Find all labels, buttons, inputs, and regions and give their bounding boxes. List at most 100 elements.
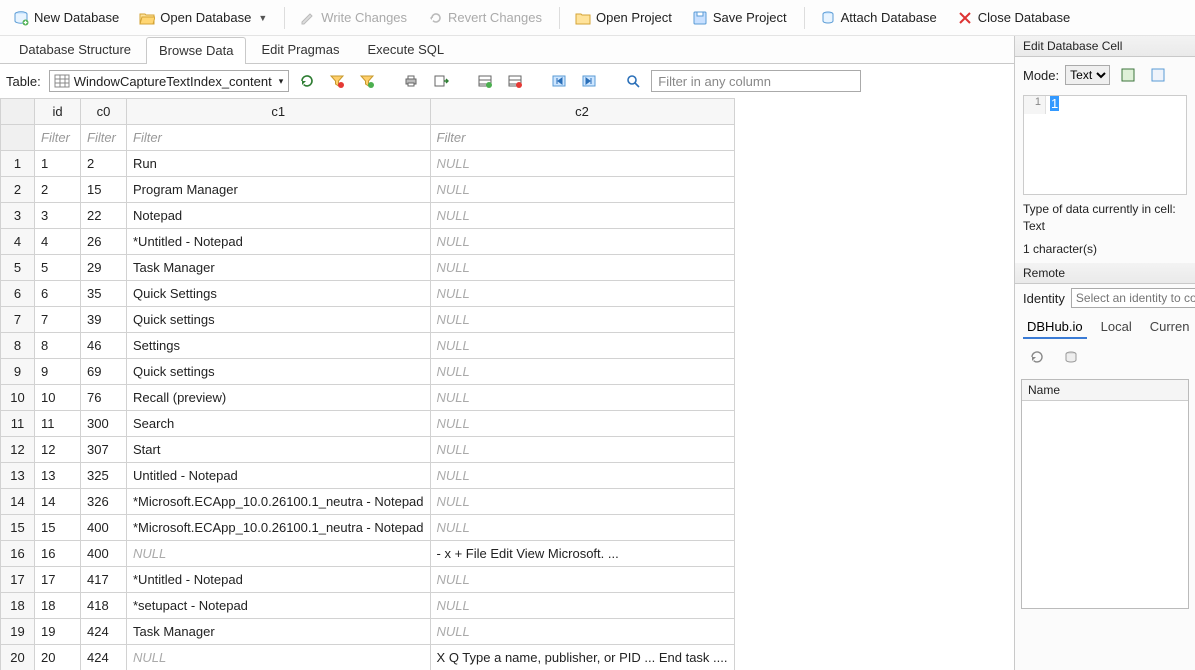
cell[interactable]: X Q Type a name, publisher, or PID ... E… xyxy=(430,645,734,670)
cell[interactable]: Program Manager xyxy=(127,177,431,203)
row-header[interactable]: 16 xyxy=(1,541,35,567)
cell-editor[interactable]: 1 1 xyxy=(1023,95,1187,195)
table-select[interactable]: WindowCaptureTextIndex_content ▾ xyxy=(49,70,290,92)
identity-select[interactable] xyxy=(1071,288,1195,308)
refresh-button[interactable] xyxy=(295,69,319,93)
data-grid[interactable]: id c0 c1 c2 112RunNULL2215Program Manage… xyxy=(0,98,1014,670)
filter-id[interactable] xyxy=(35,125,80,150)
cell[interactable]: 15 xyxy=(81,177,127,203)
import-cell-button[interactable] xyxy=(1146,63,1170,87)
cell[interactable]: NULL xyxy=(430,307,734,333)
mode-select[interactable]: Text xyxy=(1065,65,1110,85)
new-database-button[interactable]: New Database xyxy=(4,6,128,30)
cell[interactable]: Search xyxy=(127,411,431,437)
cell[interactable]: *Untitled - Notepad xyxy=(127,567,431,593)
row-header[interactable]: 13 xyxy=(1,463,35,489)
cell[interactable]: Run xyxy=(127,151,431,177)
cell[interactable]: NULL xyxy=(430,515,734,541)
cell[interactable]: NULL xyxy=(430,619,734,645)
cell[interactable]: 39 xyxy=(81,307,127,333)
table-row[interactable]: 6635Quick SettingsNULL xyxy=(1,281,735,307)
close-database-button[interactable]: Close Database xyxy=(948,6,1080,30)
remote-db-list[interactable]: Name xyxy=(1021,379,1189,609)
row-header[interactable]: 15 xyxy=(1,515,35,541)
cell[interactable]: NULL xyxy=(430,281,734,307)
cell[interactable]: NULL xyxy=(430,177,734,203)
table-row[interactable]: 5529Task ManagerNULL xyxy=(1,255,735,281)
column-header-c0[interactable]: c0 xyxy=(81,99,127,125)
cell[interactable]: 19 xyxy=(35,619,81,645)
tab-execute-sql[interactable]: Execute SQL xyxy=(354,36,457,63)
cell[interactable]: - x + File Edit View Microsoft. ... xyxy=(430,541,734,567)
cell[interactable]: 8 xyxy=(35,333,81,359)
table-row[interactable]: 1414326*Microsoft.ECApp_10.0.26100.1_neu… xyxy=(1,489,735,515)
row-header[interactable]: 10 xyxy=(1,385,35,411)
row-header[interactable]: 2 xyxy=(1,177,35,203)
cell[interactable]: Quick Settings xyxy=(127,281,431,307)
cell[interactable]: 3 xyxy=(35,203,81,229)
dropdown-icon[interactable]: ▼ xyxy=(258,13,267,23)
cell[interactable]: *setupact - Notepad xyxy=(127,593,431,619)
cell[interactable]: Untitled - Notepad xyxy=(127,463,431,489)
table-row[interactable]: 1818418*setupact - NotepadNULL xyxy=(1,593,735,619)
table-row[interactable]: 9969Quick settingsNULL xyxy=(1,359,735,385)
cell[interactable]: 13 xyxy=(35,463,81,489)
cell[interactable]: 326 xyxy=(81,489,127,515)
export-cell-button[interactable] xyxy=(1116,63,1140,87)
cell[interactable]: 15 xyxy=(35,515,81,541)
cell[interactable]: 400 xyxy=(81,541,127,567)
cell[interactable]: 424 xyxy=(81,619,127,645)
cell[interactable]: 424 xyxy=(81,645,127,670)
remote-tab-current[interactable]: Curren xyxy=(1146,316,1194,339)
global-filter-input[interactable] xyxy=(651,70,861,92)
remote-refresh-button[interactable] xyxy=(1025,345,1049,369)
save-filter-button[interactable] xyxy=(355,69,379,93)
cell[interactable]: NULL xyxy=(430,359,734,385)
delete-record-button[interactable] xyxy=(503,69,527,93)
cell[interactable]: *Untitled - Notepad xyxy=(127,229,431,255)
cell[interactable]: Start xyxy=(127,437,431,463)
tab-browse-data[interactable]: Browse Data xyxy=(146,37,246,64)
cell[interactable]: 69 xyxy=(81,359,127,385)
cell[interactable]: 11 xyxy=(35,411,81,437)
cell[interactable]: 7 xyxy=(35,307,81,333)
row-header[interactable]: 11 xyxy=(1,411,35,437)
table-row[interactable]: 2020424NULLX Q Type a name, publisher, o… xyxy=(1,645,735,670)
cell[interactable]: 16 xyxy=(35,541,81,567)
row-header[interactable]: 14 xyxy=(1,489,35,515)
open-database-button[interactable]: Open Database ▼ xyxy=(130,6,276,30)
table-row[interactable]: 7739Quick settingsNULL xyxy=(1,307,735,333)
cell[interactable]: NULL xyxy=(127,541,431,567)
insert-record-button[interactable] xyxy=(473,69,497,93)
cell[interactable]: 22 xyxy=(81,203,127,229)
cell[interactable]: 35 xyxy=(81,281,127,307)
cell[interactable]: Recall (preview) xyxy=(127,385,431,411)
cell[interactable]: 29 xyxy=(81,255,127,281)
row-header[interactable]: 3 xyxy=(1,203,35,229)
filter-c1[interactable] xyxy=(127,125,430,150)
table-row[interactable]: 1111300SearchNULL xyxy=(1,411,735,437)
cell[interactable]: 300 xyxy=(81,411,127,437)
cell[interactable]: NULL xyxy=(430,593,734,619)
cell[interactable]: NULL xyxy=(430,385,734,411)
cell[interactable]: NULL xyxy=(430,229,734,255)
row-header[interactable]: 6 xyxy=(1,281,35,307)
row-header[interactable]: 19 xyxy=(1,619,35,645)
row-header[interactable]: 7 xyxy=(1,307,35,333)
cell[interactable]: 18 xyxy=(35,593,81,619)
table-row[interactable]: 1616400NULL- x + File Edit View Microsof… xyxy=(1,541,735,567)
cell[interactable]: Task Manager xyxy=(127,619,431,645)
cell[interactable]: 10 xyxy=(35,385,81,411)
cell[interactable]: *Microsoft.ECApp_10.0.26100.1_neutra - N… xyxy=(127,489,431,515)
cell[interactable]: 46 xyxy=(81,333,127,359)
table-row[interactable]: 1313325Untitled - NotepadNULL xyxy=(1,463,735,489)
table-row[interactable]: 3322NotepadNULL xyxy=(1,203,735,229)
table-row[interactable]: 101076Recall (preview)NULL xyxy=(1,385,735,411)
cell[interactable]: 9 xyxy=(35,359,81,385)
open-project-button[interactable]: Open Project xyxy=(566,6,681,30)
cell[interactable]: *Microsoft.ECApp_10.0.26100.1_neutra - N… xyxy=(127,515,431,541)
cell[interactable]: NULL xyxy=(430,333,734,359)
cell[interactable]: 17 xyxy=(35,567,81,593)
table-row[interactable]: 1515400*Microsoft.ECApp_10.0.26100.1_neu… xyxy=(1,515,735,541)
table-row[interactable]: 2215Program ManagerNULL xyxy=(1,177,735,203)
